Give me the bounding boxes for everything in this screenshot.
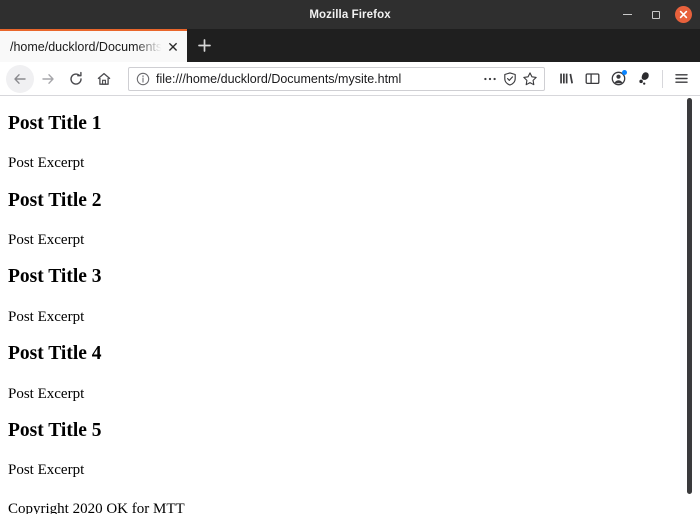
window-title: Mozilla Firefox	[309, 8, 391, 21]
ellipsis-icon	[484, 77, 496, 80]
post-excerpt: Post Excerpt	[8, 308, 85, 325]
star-icon	[523, 71, 537, 85]
close-icon	[679, 10, 688, 19]
url-input[interactable]: file:///home/ducklord/Documents/mysite.h…	[156, 72, 480, 86]
post-title: Post Title 3	[8, 266, 102, 288]
tab-mysite[interactable]: /home/ducklord/Documents/mysite.html ✕	[0, 29, 187, 62]
window-controls	[619, 0, 692, 29]
library-button[interactable]	[553, 66, 579, 92]
home-icon	[97, 72, 111, 85]
page-scrollbar[interactable]	[687, 96, 692, 514]
post-excerpt: Post Excerpt	[8, 232, 85, 249]
sidebar-icon	[585, 73, 599, 85]
tab-close-icon[interactable]: ✕	[165, 39, 181, 55]
scrollbar-thumb[interactable]	[687, 98, 692, 494]
hamburger-menu-icon	[674, 74, 688, 83]
info-circle-icon	[136, 72, 150, 85]
page-viewport: Post Title 1 Post Excerpt Post Title 2 P…	[0, 96, 700, 514]
post-title: Post Title 4	[8, 343, 102, 365]
post-title: Post Title 2	[8, 189, 102, 211]
browser-window: Mozilla Firefox /home/ducklord/Documents…	[0, 0, 700, 514]
post-excerpt: Post Excerpt	[8, 155, 85, 172]
reload-icon	[70, 71, 82, 85]
tab-strip: /home/ducklord/Documents/mysite.html ✕	[0, 29, 700, 62]
navigation-toolbar: file:///home/ducklord/Documents/mysite.h…	[0, 62, 700, 96]
back-arrow-icon	[14, 73, 26, 84]
post-title: Post Title 5	[8, 419, 102, 441]
forward-arrow-icon	[42, 73, 54, 84]
shield-icon	[504, 71, 516, 86]
library-icon	[559, 73, 573, 84]
back-button[interactable]	[6, 64, 34, 93]
reload-button[interactable]	[62, 65, 90, 93]
plus-icon	[197, 39, 211, 52]
tab-label: /home/ducklord/Documents/mysite.html	[10, 39, 163, 54]
post-excerpt: Post Excerpt	[8, 385, 85, 402]
app-menu-button[interactable]	[668, 66, 694, 92]
new-tab-button[interactable]	[187, 29, 221, 62]
web-page-body: Post Title 1 Post Excerpt Post Title 2 P…	[0, 113, 700, 514]
toolbar-separator	[662, 69, 663, 88]
close-button[interactable]	[675, 6, 692, 23]
account-button[interactable]	[605, 66, 631, 92]
info-icon[interactable]	[135, 71, 151, 87]
forward-button[interactable]	[34, 65, 62, 93]
post-excerpt: Post Excerpt	[8, 462, 85, 479]
titlebar: Mozilla Firefox	[0, 0, 700, 29]
gnome-foot-icon	[638, 72, 649, 85]
url-bar[interactable]: file:///home/ducklord/Documents/mysite.h…	[128, 66, 545, 91]
post-title: Post Title 1	[8, 113, 102, 134]
extension-button[interactable]	[631, 66, 657, 92]
toolbar-right	[553, 66, 694, 92]
page-footer: Copyright 2020 OK for MTT	[8, 501, 185, 514]
sidebar-button[interactable]	[579, 66, 605, 92]
page-actions-button[interactable]	[480, 69, 500, 89]
reader-mode-button[interactable]	[500, 69, 520, 89]
minimize-button[interactable]	[619, 6, 636, 23]
account-badge-dot	[622, 69, 627, 75]
home-button[interactable]	[90, 65, 118, 93]
maximize-button[interactable]	[647, 6, 664, 23]
bookmark-button[interactable]	[520, 69, 540, 89]
